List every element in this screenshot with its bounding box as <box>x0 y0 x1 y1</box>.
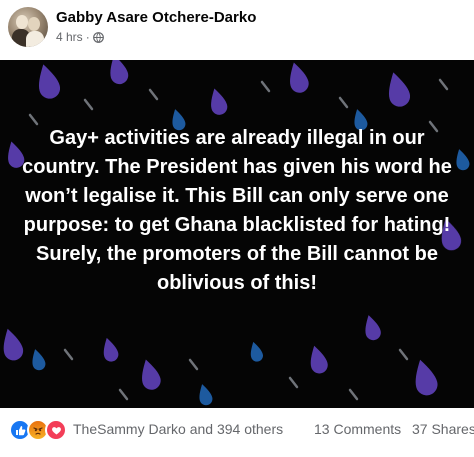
love-icon <box>45 419 67 441</box>
post-meta: 4 hrs · <box>56 30 104 44</box>
avatar[interactable] <box>8 7 48 47</box>
post-header: Gabby Asare Otchere-Darko 4 hrs · <box>0 0 474 60</box>
reactions-bar: TheSammy Darko and 394 others 13 Comment… <box>0 408 474 457</box>
post-time[interactable]: 4 hrs <box>56 30 83 44</box>
author-name[interactable]: Gabby Asare Otchere-Darko <box>56 9 256 26</box>
reaction-names[interactable]: TheSammy Darko and 394 others <box>73 421 283 437</box>
meta-separator: · <box>85 30 90 44</box>
reaction-icons[interactable] <box>9 419 67 441</box>
post-image[interactable]: Gay+ activities are already illegal in o… <box>0 60 474 408</box>
shares-count[interactable]: 37 Shares <box>412 421 474 437</box>
globe-icon <box>92 31 104 43</box>
comments-count[interactable]: 13 Comments <box>314 421 401 437</box>
post-image-text: Gay+ activities are already illegal in o… <box>22 127 452 294</box>
